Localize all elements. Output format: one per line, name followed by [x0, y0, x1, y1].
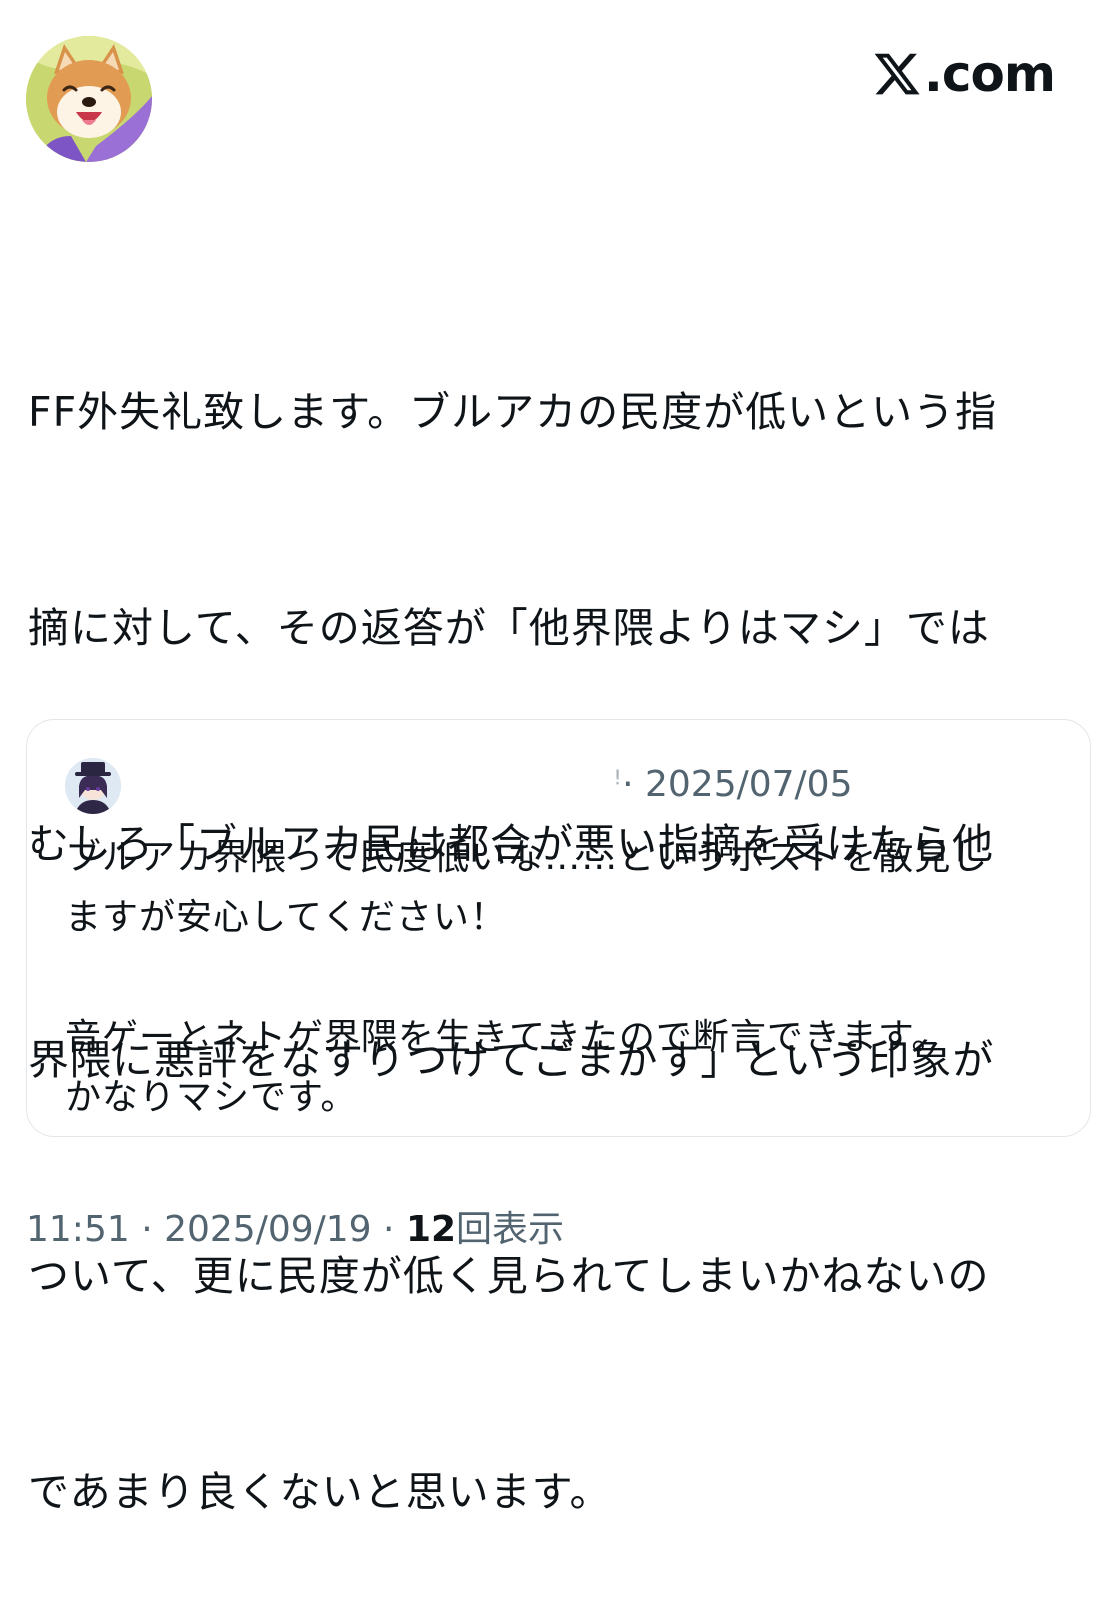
shiba-dog-avatar-icon: [26, 36, 152, 162]
post-text-line: FF外失礼致します。ブルアカの民度が低いという指: [28, 388, 998, 436]
anime-character-avatar-icon: [65, 758, 121, 814]
views-count: 12: [405, 1209, 457, 1250]
separator: ·: [129, 1209, 165, 1250]
post-text-line: 摘に対して、その返答が「他界隈よりはマシ」では: [28, 604, 990, 652]
quote-text-line: ますが安心してください！: [65, 897, 507, 938]
post-text-line: であまり良くないと思います。: [28, 1468, 612, 1516]
post-footer: 11:51 · 2025/09/19 · 12回表示: [26, 1203, 564, 1257]
quote-text-line: ブルアカ界隈って民度低いな……というポストを散見し: [65, 837, 989, 878]
author-avatar[interactable]: [26, 36, 152, 162]
views-label: 回表示: [456, 1209, 565, 1250]
post-date[interactable]: 2025/09/19: [164, 1209, 372, 1250]
post-time[interactable]: 11:51: [26, 1209, 130, 1250]
quote-meta-truncated: ꜝ: [613, 764, 623, 805]
quoted-post-card[interactable]: ꜝ· 2025/07/05 ブルアカ界隈って民度低いな……というポストを散見し …: [26, 719, 1091, 1137]
quote-meta: ꜝ· 2025/07/05: [613, 760, 852, 810]
x-logo-icon: [874, 53, 920, 95]
brand-text: .com: [923, 45, 1056, 103]
separator: ·: [371, 1209, 406, 1250]
quote-author-avatar[interactable]: [65, 758, 121, 814]
x-com-brand: .com: [872, 44, 1056, 104]
quote-text-line: 音ゲーとネトゲ界隈を生きてきたので断言できます。: [65, 1017, 949, 1058]
quote-text-line: かなりマシです。: [65, 1077, 358, 1118]
quote-date: · 2025/07/05: [622, 764, 853, 805]
quote-body: ブルアカ界隈って民度低いな……というポストを散見し ますが安心してください！ 音…: [65, 828, 1065, 1128]
